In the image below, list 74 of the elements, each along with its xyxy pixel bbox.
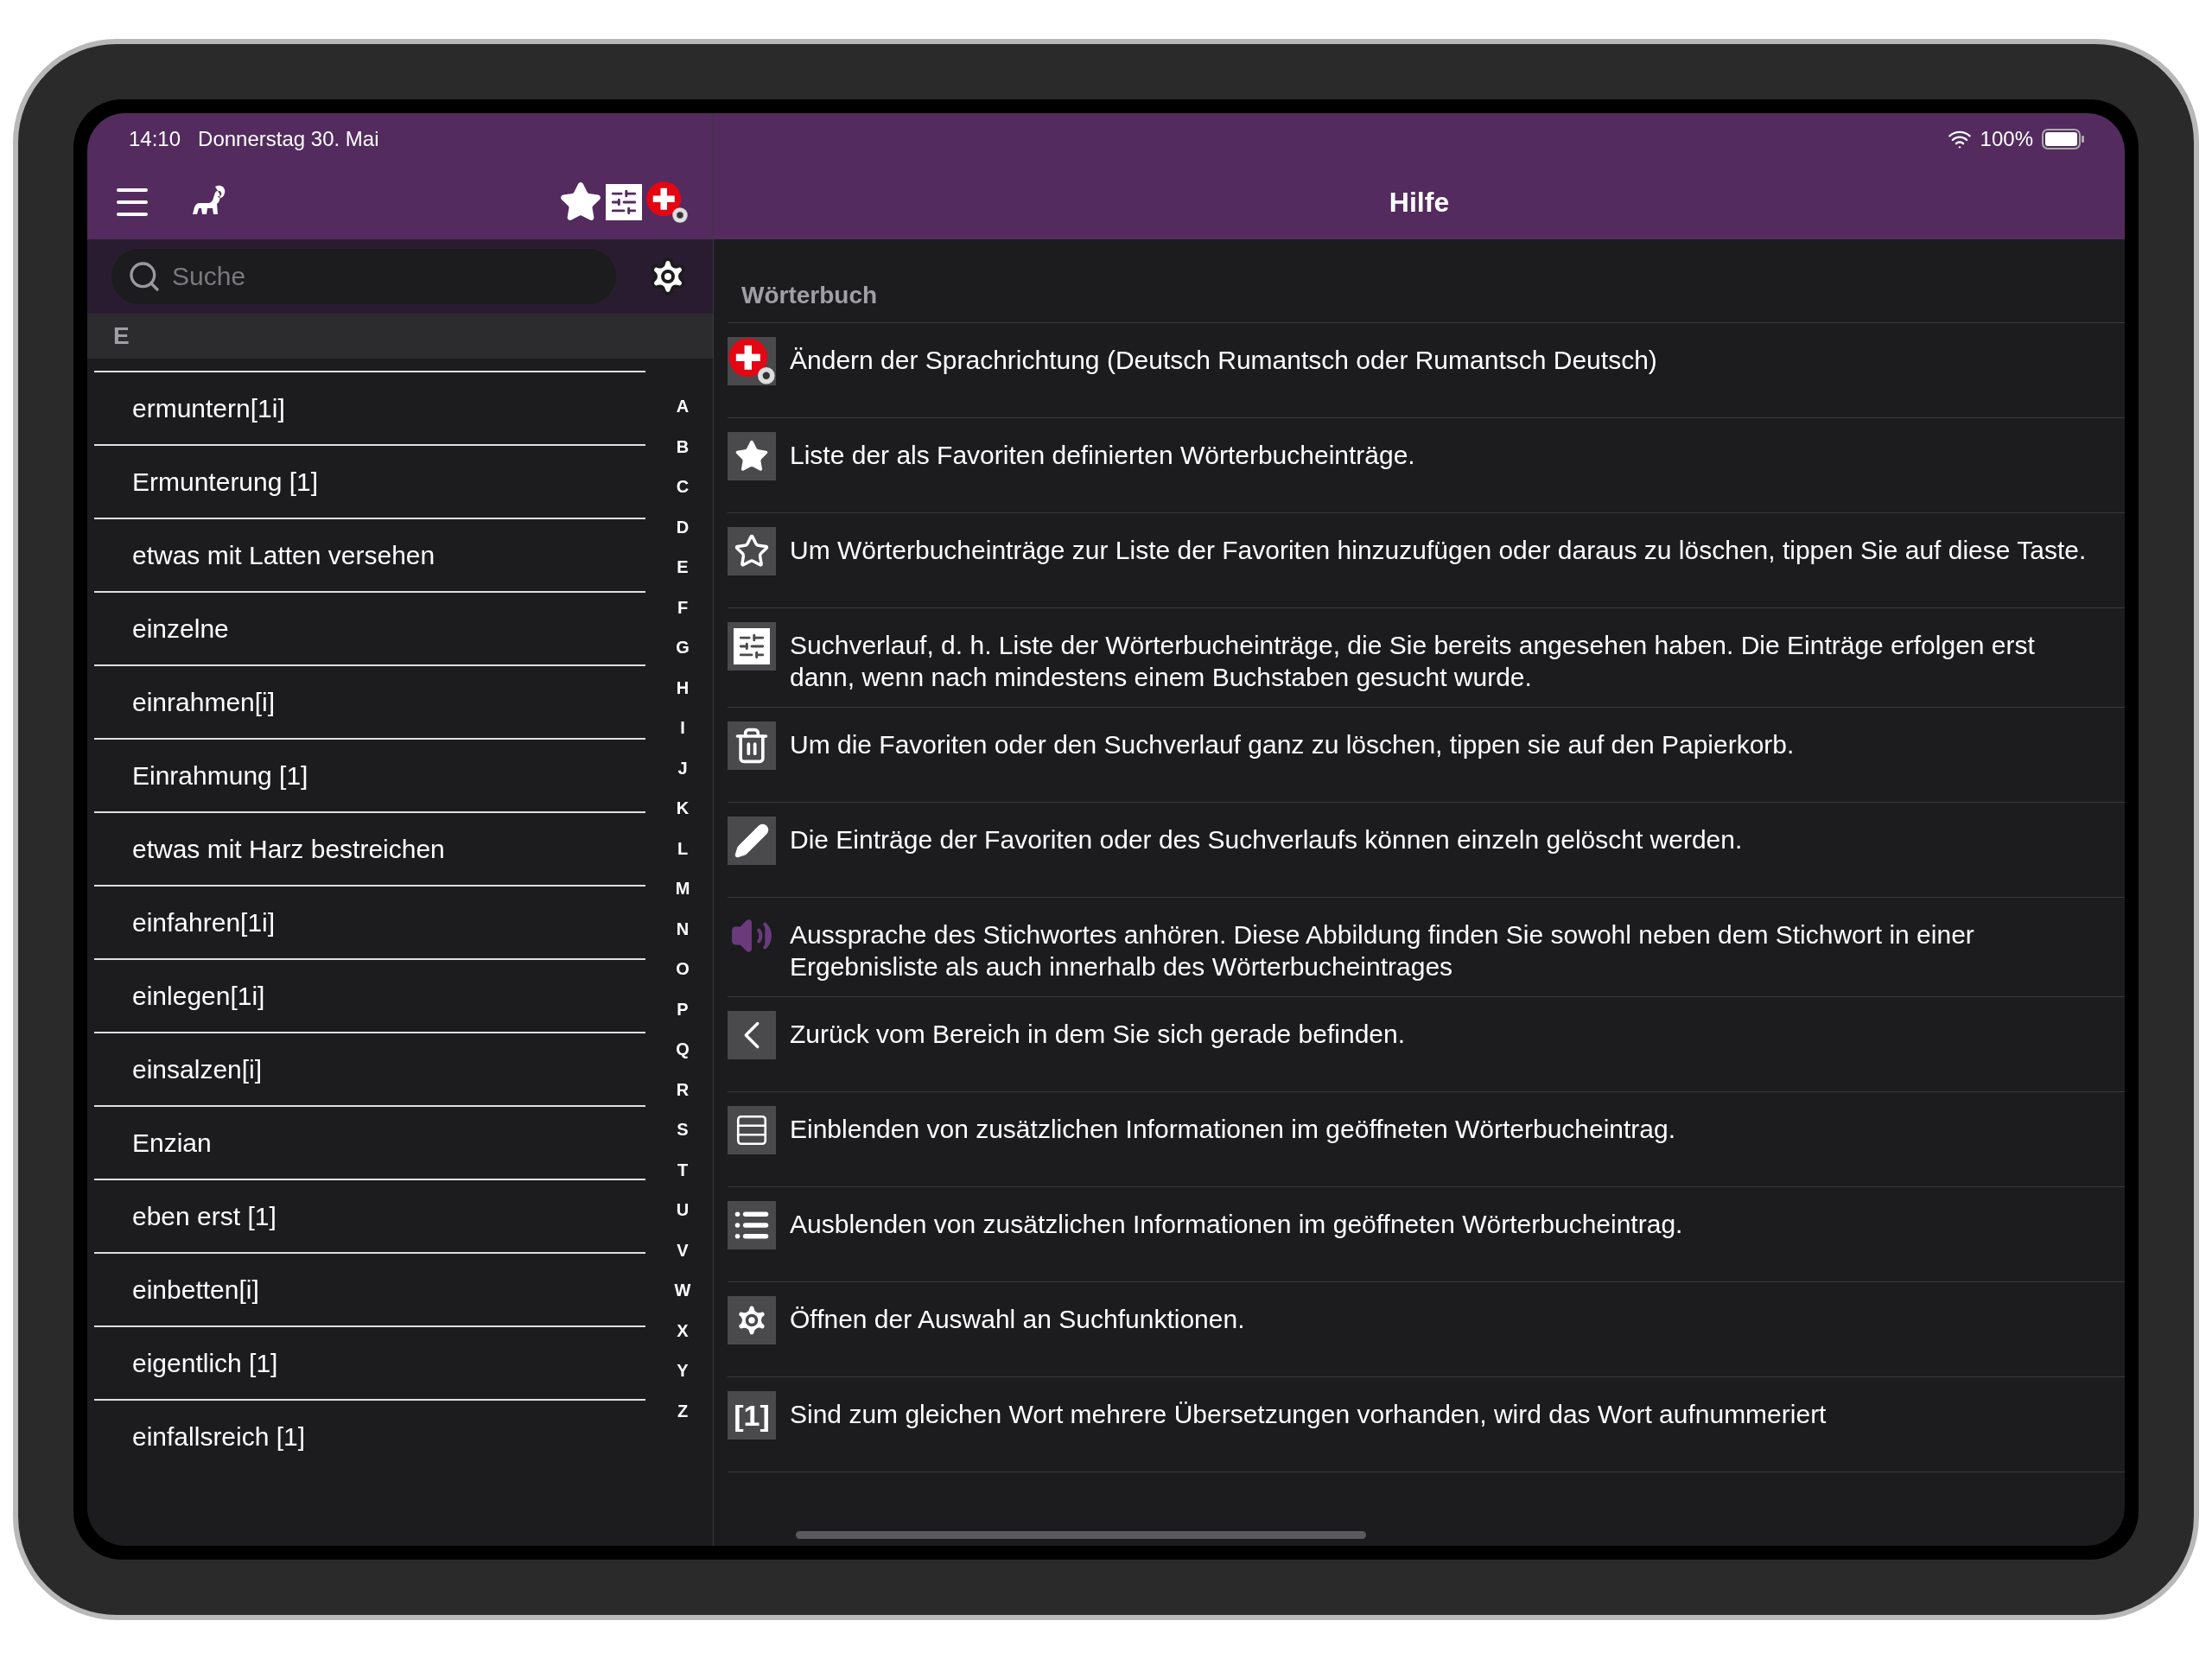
help-text: Zurück vom Bereich in dem Sie sich gerade befinden. xyxy=(790,1019,1407,1050)
index-letter[interactable]: Q xyxy=(676,1029,690,1070)
index-letter[interactable]: I xyxy=(680,708,685,748)
search-icon xyxy=(127,259,162,294)
help-text: Aussprache des Stichwortes anhören. Diese Abbildung finden Sie sowohl neben dem Stichwort in einer Ergebnisliste als auch innerhalb des Wörterbucheintrages xyxy=(790,919,1975,982)
index-letter[interactable]: K xyxy=(676,788,690,829)
pencil-icon xyxy=(728,817,776,865)
index-letter[interactable]: L xyxy=(677,828,689,868)
list-icon xyxy=(728,1201,776,1249)
index-letter[interactable]: W xyxy=(674,1270,691,1311)
list-icon xyxy=(728,1106,776,1154)
star-outline-icon xyxy=(728,527,776,575)
index-letter[interactable]: A xyxy=(676,386,690,427)
index-letter[interactable]: G xyxy=(676,627,690,668)
trash-icon xyxy=(728,721,776,770)
index-letter[interactable]: R xyxy=(676,1069,690,1109)
battery-icon xyxy=(2042,129,2085,149)
sliders-icon[interactable] xyxy=(606,184,642,220)
index-letter[interactable]: T xyxy=(677,1149,689,1190)
help-text: Suchverlauf, d. h. Liste der Wörterbucheinträge, die Sie bereits angesehen haben. Die Einträge erfolgen erst dann, wenn nach mindestens einem Buchstaben gesucht wurde. xyxy=(790,630,2036,693)
index-letter[interactable]: D xyxy=(676,506,690,547)
sliders-icon xyxy=(728,622,776,671)
list-item[interactable]: ermuntern[1i] xyxy=(94,371,645,444)
index-letter[interactable]: H xyxy=(676,667,690,708)
help-text: Die Einträge der Favoriten oder des Suchverlaufs können einzeln gelöscht werden. xyxy=(790,824,1744,855)
status-time: 14:10 xyxy=(129,126,181,152)
index-letter[interactable]: O xyxy=(676,949,690,989)
list-item[interactable]: einbetten[i] xyxy=(94,1252,645,1325)
list-item[interactable]: Einrahmung [1] xyxy=(94,738,645,811)
help-text: Um Wörterbucheinträge zur Liste der Favoriten hinzuzufügen oder daraus zu löschen, tippen Sie auf diese Taste. xyxy=(790,535,2088,566)
search-field[interactable]: Suche xyxy=(111,249,616,304)
index-letter[interactable]: P xyxy=(677,988,689,1029)
list-item[interactable]: eigentlich [1] xyxy=(94,1325,645,1399)
list-item[interactable]: einlegen[1i] xyxy=(94,958,645,1032)
index-letter[interactable]: Y xyxy=(677,1351,689,1391)
flag-icon xyxy=(728,337,776,385)
status-date: Donnerstag 30. Mai xyxy=(198,126,379,152)
list-item[interactable]: einfahren[1i] xyxy=(94,885,645,958)
list-item[interactable]: einfallsreich [1] xyxy=(94,1399,645,1472)
list-item[interactable]: Ermunterung [1] xyxy=(94,444,645,518)
index-letter[interactable]: U xyxy=(676,1190,690,1230)
index-letter[interactable]: X xyxy=(677,1310,689,1351)
list-item[interactable]: einsalzen[i] xyxy=(94,1032,645,1105)
number-label: [1] xyxy=(728,1391,776,1440)
index-letter[interactable]: S xyxy=(677,1109,689,1150)
battery-percent: 100% xyxy=(1980,126,2033,152)
page-title: Hilfe xyxy=(1389,186,1450,219)
help-text: Liste der als Favoriten definierten Wörterbucheinträge. xyxy=(790,440,1416,471)
index-letter[interactable]: J xyxy=(677,747,688,788)
back-icon xyxy=(728,1011,776,1059)
index-letter[interactable]: C xyxy=(676,467,690,507)
list-item[interactable]: einrahmen[i] xyxy=(94,664,645,738)
index-letter[interactable]: V xyxy=(677,1230,689,1270)
list-item[interactable]: einzelne xyxy=(94,591,645,664)
index-letter[interactable]: M xyxy=(675,868,690,909)
index-letter[interactable]: E xyxy=(677,547,689,588)
index-letter[interactable]: N xyxy=(676,908,690,949)
help-text: Einblenden von zusätzlichen Informationen im geöffneten Wörterbucheintrag. xyxy=(790,1114,1677,1145)
help-text: Sind zum gleichen Wort mehrere Übersetzungen vorhanden, wird das Wort aufnummeriert xyxy=(790,1399,1827,1430)
list-item[interactable]: etwas mit Harz bestreichen xyxy=(94,811,645,885)
help-text: Öffnen der Auswahl an Suchfunktionen. xyxy=(790,1304,1246,1335)
index-letter[interactable]: F xyxy=(677,587,689,627)
help-text: Ausblenden von zusätzlichen Informationen im geöffneten Wörterbucheintrag. xyxy=(790,1209,1684,1240)
list-item[interactable]: Enzian xyxy=(94,1105,645,1179)
index-letter[interactable]: B xyxy=(676,426,690,467)
help-text: Ändern der Sprachrichtung (Deutsch Rumantsch oder Rumantsch Deutsch) xyxy=(790,345,1658,376)
index-letter[interactable]: Z xyxy=(677,1390,689,1431)
help-text: Um die Favoriten oder den Suchverlauf ganz zu löschen, tippen sie auf den Papierkorb. xyxy=(790,729,1796,760)
flag-icon xyxy=(645,181,689,224)
list-item[interactable]: eben erst [1] xyxy=(94,1179,645,1252)
list-item[interactable]: etwas mit Latten versehen xyxy=(94,518,645,591)
section-title: Wörterbuch xyxy=(728,277,2125,323)
section-header: E xyxy=(87,314,713,359)
gear-icon xyxy=(728,1296,776,1344)
